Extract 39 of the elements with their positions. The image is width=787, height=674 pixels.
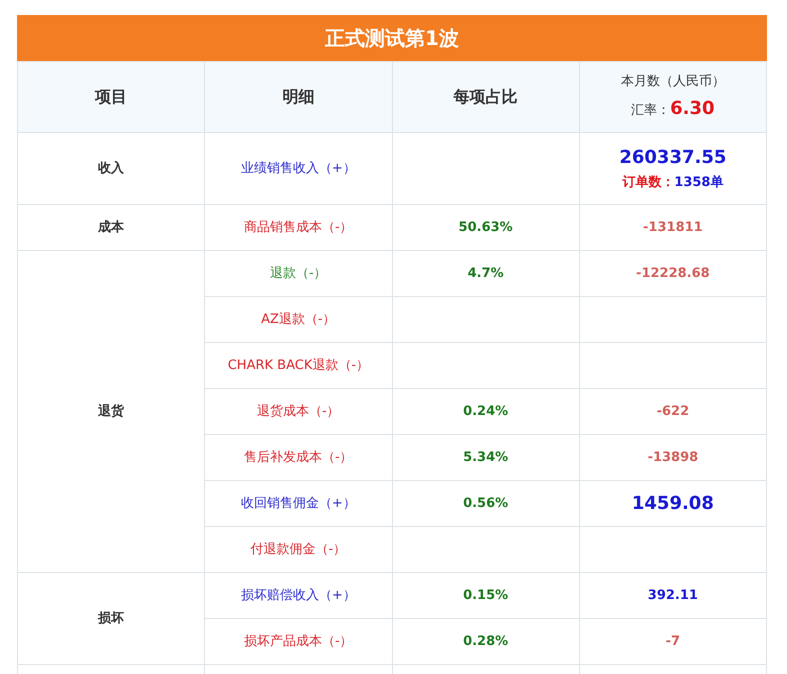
share-cell: 4.7% bbox=[392, 250, 580, 296]
detail-cell: 损坏产品成本（-） bbox=[204, 618, 392, 664]
amount-cell: -7 bbox=[579, 618, 766, 664]
revenue-value: 260337.55 bbox=[618, 146, 728, 170]
exchange-rate: 6.30 bbox=[670, 98, 715, 120]
category-cell: 退货 bbox=[18, 250, 205, 572]
orders-count: 1358单 bbox=[674, 175, 724, 190]
detail-cell: 损坏赔偿收入（+） bbox=[204, 572, 392, 618]
column-header: 明细 bbox=[204, 62, 392, 132]
detail-cell: 退款（-） bbox=[204, 250, 392, 296]
amount-cell: -622 bbox=[579, 388, 766, 434]
category-cell: 损坏 bbox=[18, 572, 205, 664]
amount-cell: -12228.68 bbox=[579, 250, 766, 296]
column-header: 项目 bbox=[18, 62, 205, 132]
amount-cell: -13898 bbox=[579, 434, 766, 480]
category-cell: 收入 bbox=[18, 132, 205, 204]
detail-cell: 收回销售佣金（+） bbox=[204, 480, 392, 526]
share-cell: 0.56% bbox=[392, 480, 580, 526]
detail-cell: AZ退款（-） bbox=[204, 296, 392, 342]
detail-cell: CHARK BACK退款（-） bbox=[204, 342, 392, 388]
rate-label: 汇率： bbox=[631, 103, 670, 118]
share-cell: 0.24% bbox=[392, 388, 580, 434]
amount-cell: 1459.08 bbox=[579, 480, 766, 526]
share-cell: 0.28% bbox=[392, 618, 580, 664]
column-header: 本月数（人民币） bbox=[620, 72, 726, 91]
amount-cell: -131811 bbox=[579, 204, 766, 250]
detail-cell: 商品销售成本（-） bbox=[204, 204, 392, 250]
detail-cell: 业绩销售收入（+） bbox=[204, 132, 392, 204]
column-header: 每项占比 bbox=[392, 62, 580, 132]
table-title: 正式测试第1波 bbox=[17, 15, 767, 61]
detail-cell: 售后补发成本（-） bbox=[204, 434, 392, 480]
share-cell: 5.34% bbox=[392, 434, 580, 480]
detail-cell: 付退款佣金（-） bbox=[204, 526, 392, 572]
share-cell: 0.15% bbox=[392, 572, 580, 618]
amount-cell: 392.11 bbox=[579, 572, 766, 618]
share-cell: 50.63% bbox=[392, 204, 580, 250]
orders-label: 订单数： bbox=[622, 175, 674, 190]
detail-cell: 退货成本（-） bbox=[204, 388, 392, 434]
category-cell: 成本 bbox=[18, 204, 205, 250]
